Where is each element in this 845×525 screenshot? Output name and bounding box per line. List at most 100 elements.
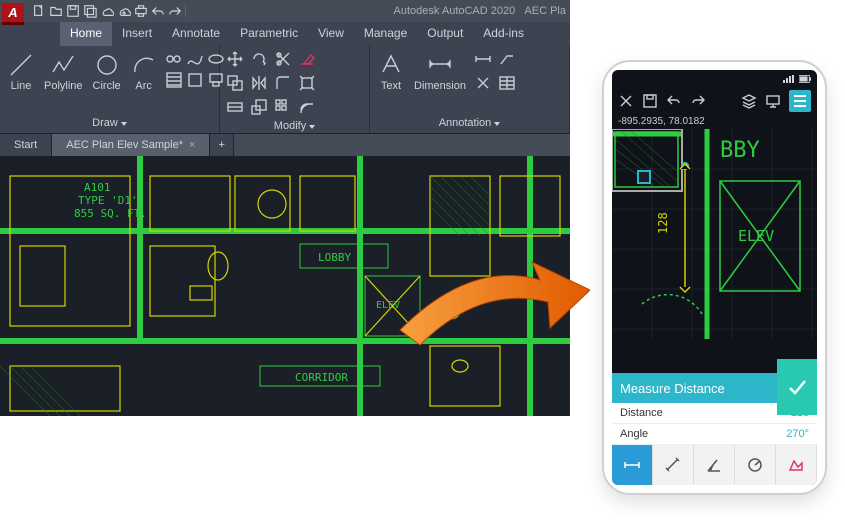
plot-icon[interactable]: [134, 4, 148, 18]
measure-distance-button[interactable]: [612, 445, 653, 485]
cloud-open-icon[interactable]: [100, 4, 114, 18]
tab-parametric[interactable]: Parametric: [230, 22, 308, 46]
drawing-canvas[interactable]: [–][Top][2D Wireframe]: [0, 156, 570, 416]
new-icon[interactable]: [32, 4, 46, 18]
panel-modify: Modify: [220, 46, 370, 133]
measure-area-button[interactable]: [776, 445, 817, 485]
cloud-save-icon[interactable]: [117, 4, 131, 18]
circle-label: Circle: [93, 80, 121, 92]
confirm-button[interactable]: [777, 359, 817, 415]
draw-mini-tools: [165, 50, 225, 89]
tab-home[interactable]: Home: [60, 22, 112, 46]
app-title: Autodesk AutoCAD 2020 AEC Pla: [394, 5, 566, 17]
measure-angle-button[interactable]: [694, 445, 735, 485]
scale-icon[interactable]: [250, 98, 268, 116]
doctab-new[interactable]: +: [210, 134, 233, 156]
ribbon: Line Polyline Circle Arc: [0, 46, 570, 134]
trim-icon[interactable]: [274, 50, 292, 68]
rotate-icon[interactable]: [250, 50, 268, 68]
mobile-elev-text: ELEV: [738, 227, 774, 245]
ribbon-tabs: Home Insert Annotate Parametric View Man…: [0, 22, 570, 46]
close-icon[interactable]: [618, 93, 634, 109]
panel-draw: Line Polyline Circle Arc: [0, 46, 220, 133]
open-icon[interactable]: [49, 4, 63, 18]
quick-access-toolbar: [32, 4, 186, 18]
dimension-label: Dimension: [414, 80, 466, 92]
panel-annotation-title[interactable]: Annotation: [376, 115, 563, 131]
redo-icon[interactable]: [168, 4, 182, 18]
explode-icon[interactable]: [298, 74, 316, 92]
tab-output[interactable]: Output: [417, 22, 473, 46]
status-bar: [612, 70, 817, 88]
mobile-bottom-bar: [612, 445, 817, 485]
saveas-icon[interactable]: [83, 4, 97, 18]
measure-title-label: Measure Distance: [620, 381, 725, 396]
tab-view[interactable]: View: [308, 22, 354, 46]
layers-icon[interactable]: [741, 93, 757, 109]
rect-icon[interactable]: [165, 50, 183, 68]
tab-insert[interactable]: Insert: [112, 22, 162, 46]
fillet-icon[interactable]: [274, 74, 292, 92]
doctab-start[interactable]: Start: [0, 134, 52, 156]
measure-aligned-button[interactable]: [653, 445, 694, 485]
polygon-icon[interactable]: [186, 71, 204, 89]
signal-icon: [783, 75, 795, 83]
erase-icon[interactable]: [298, 50, 316, 68]
mobile-floorplan: 128 BBY ELEV: [612, 129, 817, 339]
circle-button[interactable]: Circle: [91, 50, 123, 94]
offset-icon[interactable]: [298, 98, 316, 116]
dimension-button[interactable]: Dimension: [412, 50, 468, 94]
titlebar: A Autodesk AutoCAD 2020 AEC Pla: [0, 0, 570, 22]
document-tabs: Start AEC Plan Elev Sample* × +: [0, 134, 570, 156]
hatch-icon[interactable]: [165, 71, 183, 89]
distance-label: Distance: [620, 407, 663, 419]
centermark-icon[interactable]: [474, 74, 492, 92]
arc-button[interactable]: Arc: [129, 50, 159, 94]
tab-addins[interactable]: Add-ins: [473, 22, 534, 46]
undo-icon[interactable]: [151, 4, 165, 18]
menu-button[interactable]: [789, 90, 811, 112]
measure-radius-button[interactable]: [735, 445, 776, 485]
copy-icon[interactable]: [226, 74, 244, 92]
room-area-text: 855 SQ. FT.: [74, 207, 147, 220]
mobile-canvas[interactable]: 128 BBY ELEV: [612, 129, 817, 373]
tab-annotate[interactable]: Annotate: [162, 22, 230, 46]
presentation-icon[interactable]: [765, 93, 781, 109]
move-icon[interactable]: [226, 50, 244, 68]
array-icon[interactable]: [274, 98, 292, 116]
panel-annotation: Text Dimension Annotation: [370, 46, 570, 133]
line-icon: [8, 52, 34, 78]
leader-icon[interactable]: [498, 50, 516, 68]
text-icon: [378, 52, 404, 78]
mirror-icon[interactable]: [250, 74, 268, 92]
undo-icon[interactable]: [666, 93, 682, 109]
angle-label: Angle: [620, 428, 648, 440]
room-id-text: A101: [84, 181, 111, 194]
dim-text: 128: [656, 212, 670, 234]
stretch-icon[interactable]: [226, 98, 244, 116]
doctab-sample[interactable]: AEC Plan Elev Sample* ×: [52, 134, 210, 156]
polyline-icon: [50, 52, 76, 78]
mobile-app-screen: -895.2935, 78.0182: [612, 70, 817, 485]
spline-icon[interactable]: [186, 50, 204, 68]
panel-modify-title[interactable]: Modify: [226, 118, 363, 134]
redo-icon[interactable]: [690, 93, 706, 109]
arc-label: Arc: [135, 80, 152, 92]
tab-manage[interactable]: Manage: [354, 22, 417, 46]
polyline-button[interactable]: Polyline: [42, 50, 85, 94]
linear-dim-icon[interactable]: [474, 50, 492, 68]
check-icon: [786, 376, 808, 398]
save-icon[interactable]: [642, 93, 658, 109]
text-label: Text: [381, 80, 401, 92]
panel-draw-title[interactable]: Draw: [6, 115, 213, 131]
table-icon[interactable]: [498, 74, 516, 92]
line-button[interactable]: Line: [6, 50, 36, 94]
floorplan-drawing: A101 TYPE 'D1' 855 SQ. FT. LOBBY ELEV CO…: [0, 156, 570, 416]
mobile-toolbar: [612, 88, 817, 114]
app-logo[interactable]: A: [2, 3, 24, 25]
save-icon[interactable]: [66, 4, 80, 18]
close-tab-icon[interactable]: ×: [189, 139, 195, 151]
elev-text: ELEV: [376, 300, 400, 311]
room-type-text: TYPE 'D1': [78, 194, 138, 207]
text-button[interactable]: Text: [376, 50, 406, 94]
